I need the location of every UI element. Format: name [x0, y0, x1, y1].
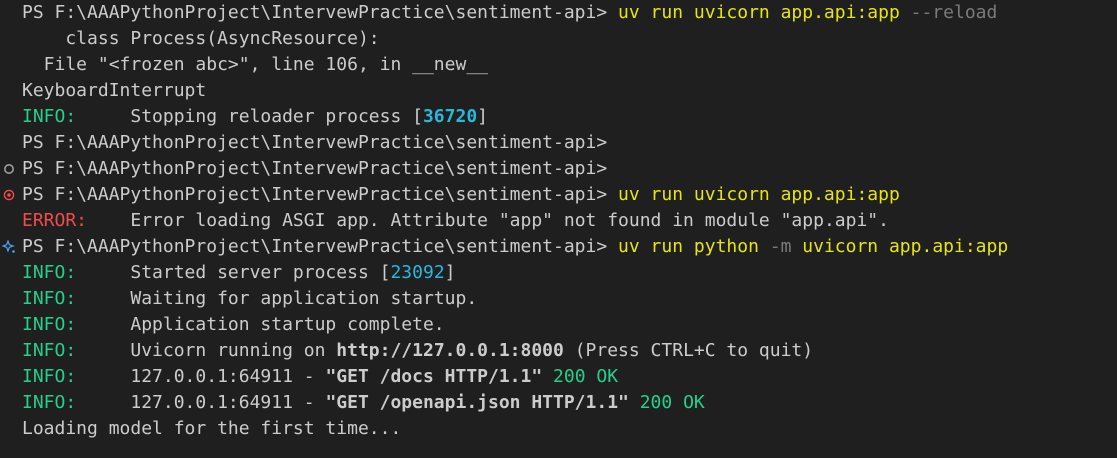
- line-segment: File "<frozen abc>", line 106, in __new_…: [22, 54, 488, 75]
- line-segment: Application startup complete.: [76, 314, 445, 335]
- line-segment: INFO:: [22, 314, 77, 335]
- line-segment: INFO:: [22, 366, 77, 387]
- line-segment: "GET /openapi.json HTTP/1.1": [325, 392, 629, 413]
- terminal-line: INFO: 127.0.0.1:64911 - "GET /docs HTTP/…: [22, 364, 618, 390]
- line-segment: -m: [769, 236, 792, 257]
- terminal-line: INFO: Waiting for application startup.: [22, 286, 477, 312]
- terminal-line: ERROR: Error loading ASGI app. Attribute…: [22, 208, 889, 234]
- line-segment: INFO:: [22, 288, 77, 309]
- line-segment: INFO:: [22, 340, 77, 361]
- line-segment: uv run python: [618, 236, 770, 257]
- line-segment: http://127.0.0.1:8000: [336, 340, 564, 361]
- line-segment: PS F:\AAAPythonProject\IntervewPractice\…: [22, 184, 619, 205]
- line-segment: INFO:: [22, 392, 77, 413]
- line-segment: Error loading ASGI app. Attribute "app" …: [87, 210, 889, 231]
- line-segment: 127.0.0.1:64911 -: [76, 366, 326, 387]
- terminal-line: INFO: Application startup complete.: [22, 312, 445, 338]
- error-circle-icon[interactable]: [2, 182, 16, 208]
- terminal-line: KeyboardInterrupt: [22, 78, 206, 104]
- line-segment: 23092: [390, 262, 445, 283]
- terminal-line: INFO: Stopping reloader process [36720]: [22, 104, 488, 130]
- line-segment: --reload: [899, 2, 998, 23]
- terminal-line: PS F:\AAAPythonProject\IntervewPractice\…: [22, 0, 997, 26]
- terminal-line: PS F:\AAAPythonProject\IntervewPractice\…: [22, 130, 607, 156]
- line-segment: Waiting for application startup.: [76, 288, 478, 309]
- line-segment: 200 OK: [553, 366, 619, 387]
- line-segment: "GET /docs HTTP/1.1": [325, 366, 543, 387]
- line-segment: PS F:\AAAPythonProject\IntervewPractice\…: [22, 2, 619, 23]
- terminal-line: INFO: Started server process [23092]: [22, 260, 456, 286]
- line-segment: PS F:\AAAPythonProject\IntervewPractice\…: [22, 158, 608, 179]
- line-segment: [629, 392, 640, 413]
- line-segment: ]: [477, 106, 488, 127]
- line-segment: class Process(AsyncResource):: [22, 28, 380, 49]
- line-segment: Loading model for the first time...: [22, 418, 402, 439]
- line-segment: INFO:: [22, 262, 77, 283]
- line-segment: KeyboardInterrupt: [22, 80, 207, 101]
- terminal-line: PS F:\AAAPythonProject\IntervewPractice\…: [22, 182, 900, 208]
- line-segment: uvicorn app.api:app: [791, 236, 1009, 257]
- terminal-line: PS F:\AAAPythonProject\IntervewPractice\…: [22, 234, 1008, 260]
- line-segment: ]: [444, 262, 456, 283]
- terminal-line: Loading model for the first time...: [22, 416, 401, 442]
- terminal-line: class Process(AsyncResource):: [22, 26, 380, 52]
- line-segment: uv run uvicorn app.api:app: [618, 184, 900, 205]
- line-segment: [542, 366, 553, 387]
- sparkle-icon[interactable]: [2, 234, 16, 260]
- line-segment: Stopping reloader process [: [76, 106, 423, 127]
- terminal-line: File "<frozen abc>", line 106, in __new_…: [22, 52, 488, 78]
- circle-outline-icon[interactable]: [2, 156, 16, 182]
- line-segment: Started server process [: [76, 262, 391, 283]
- terminal-line: INFO: 127.0.0.1:64911 - "GET /openapi.js…: [22, 390, 705, 416]
- line-segment: 127.0.0.1:64911 -: [76, 392, 326, 413]
- line-segment: uv run uvicorn app.api:app: [618, 2, 900, 23]
- line-segment: PS F:\AAAPythonProject\IntervewPractice\…: [22, 132, 608, 153]
- line-segment: 200 OK: [639, 392, 705, 413]
- terminal-line: INFO: Uvicorn running on http://127.0.0.…: [22, 338, 813, 364]
- terminal-output[interactable]: PS F:\AAAPythonProject\IntervewPractice\…: [0, 0, 1117, 458]
- line-segment: INFO:: [22, 106, 77, 127]
- terminal-line: PS F:\AAAPythonProject\IntervewPractice\…: [22, 156, 607, 182]
- line-segment: (Press CTRL+C to quit): [563, 340, 814, 361]
- line-segment: 36720: [422, 106, 478, 127]
- line-segment: PS F:\AAAPythonProject\IntervewPractice\…: [22, 236, 619, 257]
- line-segment: Uvicorn running on: [76, 340, 337, 361]
- line-segment: ERROR:: [22, 210, 88, 231]
